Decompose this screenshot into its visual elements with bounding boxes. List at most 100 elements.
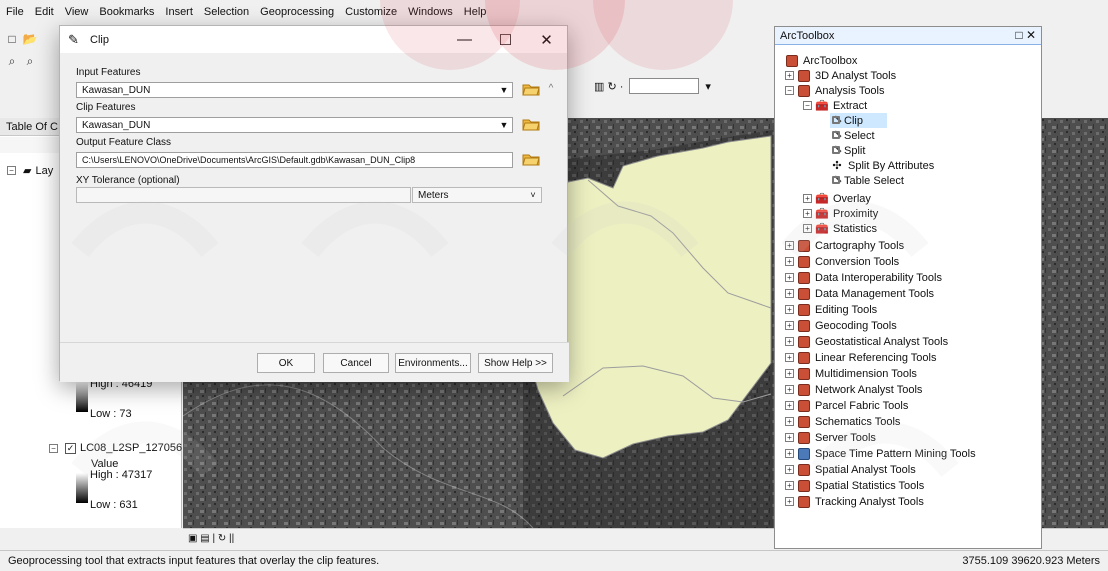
collapse-icon[interactable]: − xyxy=(803,101,812,110)
menu-windows[interactable]: Windows xyxy=(408,6,453,18)
expand-icon[interactable]: + xyxy=(785,305,794,314)
expand-icon[interactable]: + xyxy=(785,417,794,426)
expand-icon[interactable]: + xyxy=(785,321,794,330)
menu-geoprocessing[interactable]: Geoprocessing xyxy=(260,6,334,18)
expand-icon[interactable]: + xyxy=(785,289,794,298)
tree-item-data-management-tools[interactable]: + Data Management Tools xyxy=(785,286,934,301)
tree-item-conversion-tools[interactable]: + Conversion Tools xyxy=(785,254,899,269)
output-feature-class-field[interactable]: C:\Users\LENOVO\OneDrive\Documents\ArcGI… xyxy=(76,152,513,168)
layout-view-icon[interactable]: ▣ ▤ | ↻ || xyxy=(188,533,234,544)
open-folder-icon[interactable]: 📂 xyxy=(22,31,38,47)
dialog-scrollbar[interactable]: ^ ˅ xyxy=(542,83,560,342)
arctoolbox-titlebar[interactable]: ArcToolbox □ ✕ xyxy=(775,27,1041,45)
new-document-icon[interactable]: □ xyxy=(4,31,20,47)
scale-input[interactable] xyxy=(629,78,700,94)
tree-item-table-select[interactable]: Table Select xyxy=(830,173,904,188)
menu-file[interactable]: File xyxy=(6,6,24,18)
menu-view[interactable]: View xyxy=(65,6,89,18)
output-folder-icon[interactable] xyxy=(521,150,541,168)
tree-item-geostatistical-analyst-tools[interactable]: + Geostatistical Analyst Tools xyxy=(785,334,948,349)
xy-tolerance-unit-select[interactable]: Meters ˅ xyxy=(412,187,542,203)
tree-item-schematics-tools[interactable]: + Schematics Tools xyxy=(785,414,900,429)
tree-item-cartography-tools[interactable]: + Cartography Tools xyxy=(785,238,904,253)
zoom-out-icon[interactable]: ⌕ xyxy=(22,53,38,69)
collapse-icon[interactable]: − xyxy=(49,443,58,453)
scroll-up-icon[interactable]: ^ xyxy=(542,83,560,97)
tree-item-data-interoperability-tools[interactable]: + Data Interoperability Tools xyxy=(785,270,942,285)
raster-layer-row[interactable]: − ✓ LC08_L2SP_127056 xyxy=(49,442,182,454)
tree-item-server-tools[interactable]: + Server Tools xyxy=(785,430,876,445)
tree-item-tracking-analyst-tools[interactable]: + Tracking Analyst Tools xyxy=(785,494,924,509)
dropdown-arrow-icon[interactable]: ▼ xyxy=(499,85,509,95)
expand-icon[interactable]: + xyxy=(785,481,794,490)
scale-dropdown-icon[interactable]: ▾ xyxy=(705,80,711,93)
input-features-field[interactable]: Kawasan_DUN ▼ xyxy=(76,82,513,98)
tree-item-spatial-analyst-tools[interactable]: + Spatial Analyst Tools xyxy=(785,462,916,477)
collapse-icon[interactable]: − xyxy=(7,166,16,175)
expand-icon[interactable]: + xyxy=(785,401,794,410)
expand-icon[interactable]: + xyxy=(785,337,794,346)
tree-item-select[interactable]: Select xyxy=(830,128,875,143)
menu-help[interactable]: Help xyxy=(464,6,487,18)
tree-item-arctoolbox[interactable]: ArcToolbox xyxy=(785,53,857,68)
tree-item-extract[interactable]: − 🧰 Extract xyxy=(803,98,867,113)
tree-item-multidimension-tools[interactable]: + Multidimension Tools xyxy=(785,366,917,381)
expand-icon[interactable]: + xyxy=(785,385,794,394)
close-icon[interactable]: ✕ xyxy=(526,26,567,53)
ok-button[interactable]: OK xyxy=(257,353,315,373)
chevron-down-icon[interactable]: ˅ xyxy=(528,190,538,200)
cancel-button[interactable]: Cancel xyxy=(323,353,389,373)
tree-item-analysis-tools[interactable]: − Analysis Tools xyxy=(785,83,885,98)
expand-icon[interactable]: + xyxy=(803,194,812,203)
tree-item-statistics[interactable]: + 🧰 Statistics xyxy=(803,221,877,236)
menu-selection[interactable]: Selection xyxy=(204,6,249,18)
xy-tolerance-input[interactable] xyxy=(76,187,411,203)
show-help-button[interactable]: Show Help >> xyxy=(478,353,553,373)
tree-item-space-time-pattern-mining-tools[interactable]: + Space Time Pattern Mining Tools xyxy=(785,446,976,461)
expand-icon[interactable]: + xyxy=(803,209,812,218)
expand-icon[interactable]: + xyxy=(785,449,794,458)
tree-item-split-by-attributes[interactable]: ✣ Split By Attributes xyxy=(830,158,934,173)
menu-edit[interactable]: Edit xyxy=(35,6,54,18)
panel-controls-icon[interactable]: □ ✕ xyxy=(1015,28,1036,42)
tree-item-proximity[interactable]: + 🧰 Proximity xyxy=(803,206,878,221)
tree-item-label: Statistics xyxy=(833,222,878,235)
tree-item-split[interactable]: Split xyxy=(830,143,865,158)
tree-item-overlay[interactable]: + 🧰 Overlay xyxy=(803,191,871,206)
expand-icon[interactable]: + xyxy=(785,369,794,378)
tree-item-3d-analyst-tools[interactable]: + 3D Analyst Tools xyxy=(785,68,896,83)
maximize-icon[interactable]: ☐ xyxy=(485,26,526,53)
tree-item-clip[interactable]: Clip xyxy=(830,113,887,128)
table-select-tool-icon xyxy=(830,174,844,188)
minimize-icon[interactable]: — xyxy=(444,26,485,53)
map-scale-control[interactable]: ▥ ↻ · ▾ xyxy=(594,78,711,94)
layer-visibility-checkbox[interactable]: ✓ xyxy=(65,442,76,454)
collapse-icon[interactable]: − xyxy=(785,86,794,95)
tree-item-editing-tools[interactable]: + Editing Tools xyxy=(785,302,877,317)
menu-insert[interactable]: Insert xyxy=(165,6,193,18)
expand-icon[interactable]: + xyxy=(785,257,794,266)
input-folder-icon[interactable] xyxy=(521,80,541,98)
menu-bookmarks[interactable]: Bookmarks xyxy=(99,6,154,18)
expand-icon[interactable]: + xyxy=(785,71,794,80)
dialog-titlebar[interactable]: ✎ Clip — ☐ ✕ xyxy=(60,26,567,53)
menu-customize[interactable]: Customize xyxy=(345,6,397,18)
layers-row[interactable]: − ▰ Lay xyxy=(7,164,53,177)
dropdown-arrow-icon[interactable]: ▼ xyxy=(499,120,509,130)
clip-features-field[interactable]: Kawasan_DUN ▼ xyxy=(76,117,513,133)
tree-item-parcel-fabric-tools[interactable]: + Parcel Fabric Tools xyxy=(785,398,908,413)
expand-icon[interactable]: + xyxy=(785,433,794,442)
expand-icon[interactable]: + xyxy=(803,224,812,233)
clip-folder-icon[interactable] xyxy=(521,115,541,133)
tree-item-spatial-statistics-tools[interactable]: + Spatial Statistics Tools xyxy=(785,478,924,493)
expand-icon[interactable]: + xyxy=(785,497,794,506)
tree-item-geocoding-tools[interactable]: + Geocoding Tools xyxy=(785,318,897,333)
expand-icon[interactable]: + xyxy=(785,353,794,362)
expand-icon[interactable]: + xyxy=(785,465,794,474)
tree-item-linear-referencing-tools[interactable]: + Linear Referencing Tools xyxy=(785,350,936,365)
expand-icon[interactable]: + xyxy=(785,241,794,250)
tree-item-network-analyst-tools[interactable]: + Network Analyst Tools xyxy=(785,382,922,397)
zoom-in-icon[interactable]: ⌕ xyxy=(4,53,20,69)
expand-icon[interactable]: + xyxy=(785,273,794,282)
environments-button[interactable]: Environments... xyxy=(395,353,471,373)
